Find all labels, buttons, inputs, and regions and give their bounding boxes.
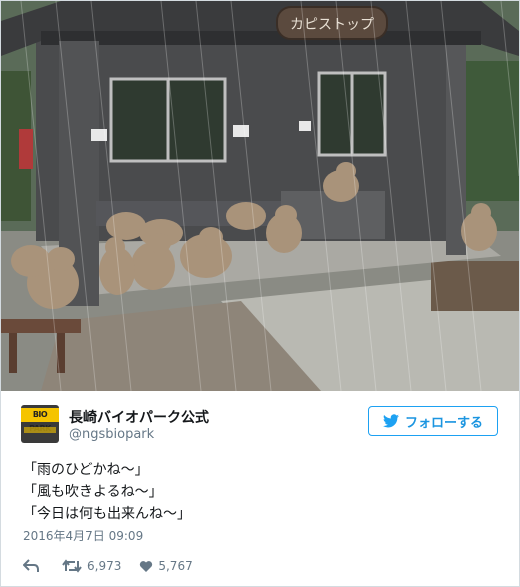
reply-button[interactable] bbox=[23, 559, 44, 573]
tweet-actions: 6,973 5,767 bbox=[23, 557, 211, 575]
follow-label: フォローする bbox=[404, 415, 483, 431]
tweet-card: カピストップ BIO 長崎バイオパーク公式 @ngsbiopark フォローする… bbox=[0, 0, 520, 587]
tweet-line: 「風も吹きよるね〜」 bbox=[23, 484, 163, 500]
twitter-bird-icon bbox=[382, 414, 399, 428]
like-count: 5,767 bbox=[158, 559, 193, 573]
follow-button[interactable]: フォローする bbox=[368, 406, 498, 436]
heart-icon bbox=[140, 560, 153, 572]
timestamp[interactable]: 2016年4月7日 09:09 bbox=[23, 527, 143, 544]
display-name[interactable]: 長崎バイオパーク公式 bbox=[69, 407, 209, 427]
avatar-logo-text: BIO PARK bbox=[21, 408, 59, 433]
retweet-icon bbox=[62, 559, 82, 573]
reply-icon bbox=[23, 559, 39, 572]
like-button[interactable]: 5,767 bbox=[139, 559, 193, 573]
retweet-count: 6,973 bbox=[87, 559, 122, 573]
handle[interactable]: @ngsbiopark bbox=[69, 427, 154, 442]
tweet-photo[interactable]: カピストップ bbox=[1, 1, 519, 391]
avatar-logo-bar bbox=[24, 427, 56, 433]
tweet-text: 「雨のひどかね〜」 「風も吹きよるね〜」 「今日は何も出来んね〜」 bbox=[23, 459, 191, 525]
avatar[interactable]: BIO PARK bbox=[21, 405, 59, 443]
tweet-line: 「今日は何も出来んね〜」 bbox=[23, 506, 191, 522]
capybaras-in-rain-photo: カピストップ bbox=[1, 1, 519, 391]
retweet-button[interactable]: 6,973 bbox=[62, 559, 121, 573]
tweet-header: BIO PARK 長崎バイオパーク公式 @ngsbiopark フォローする bbox=[21, 405, 501, 445]
tweet-line: 「雨のひどかね〜」 bbox=[23, 462, 149, 478]
